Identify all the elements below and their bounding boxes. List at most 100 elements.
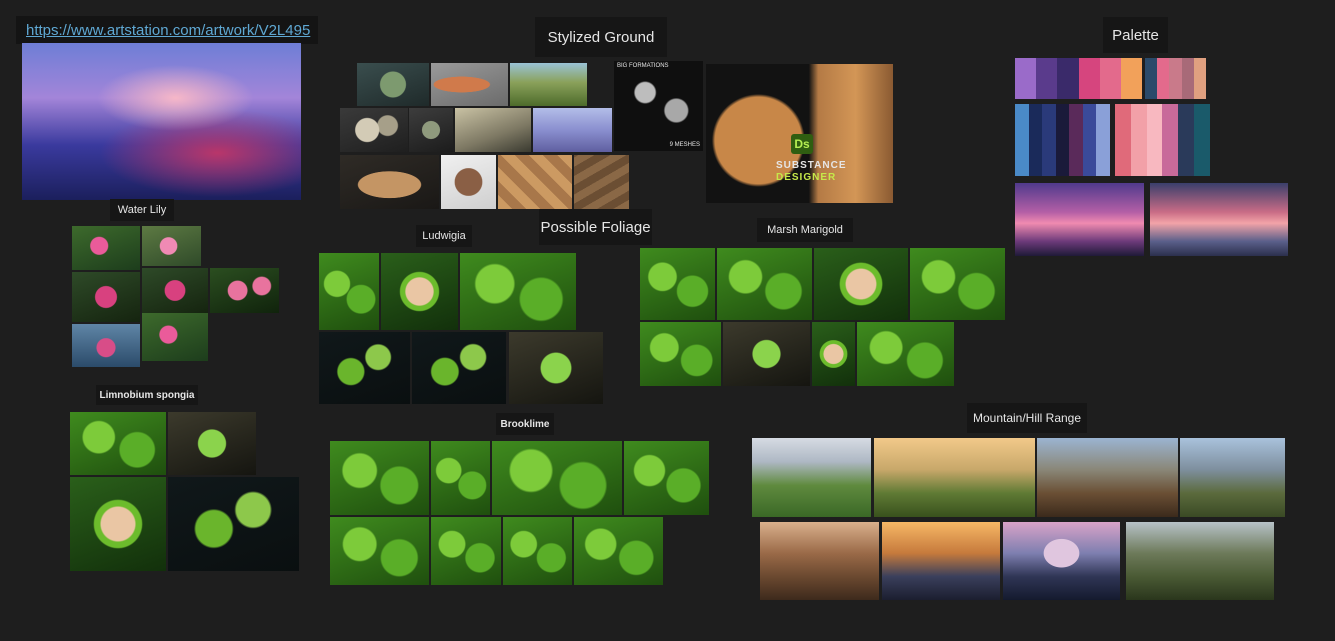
palette-swatch <box>1055 104 1070 176</box>
ground-ref-image <box>498 155 572 209</box>
ludwigia-image <box>460 253 576 330</box>
palette-swatch <box>1069 104 1083 176</box>
substance-title: SUBSTANCE <box>776 160 847 171</box>
brooklime-image <box>431 441 490 515</box>
brooklime-image <box>503 517 572 585</box>
palette-swatch <box>1194 104 1210 176</box>
brooklime-image <box>330 441 429 515</box>
palette-swatch <box>1162 104 1179 176</box>
mountain-image <box>1126 522 1274 600</box>
palette-swatch <box>1078 58 1100 99</box>
limnobium-image <box>168 477 299 571</box>
palette-swatch <box>1145 58 1158 99</box>
marsh-marigold-image <box>814 248 908 320</box>
big-formations-image: BIG FORMATIONS 9 MESHES <box>614 61 703 151</box>
palette-swatch <box>1181 58 1194 99</box>
palette-swatch <box>1015 58 1037 99</box>
brooklime-image <box>624 441 709 515</box>
ground-ref-image <box>340 155 439 209</box>
marsh-marigold-image <box>640 248 715 320</box>
palette-strip <box>1015 104 1111 176</box>
marsh-marigold-image <box>717 248 812 320</box>
substance-subtitle: DESIGNER <box>776 172 837 183</box>
sunset-lake-image <box>1150 183 1288 256</box>
limnobium-title: Limnobium spongia <box>96 385 198 405</box>
marsh-marigold-image <box>812 322 855 386</box>
mountain-image <box>760 522 879 600</box>
water-lily-image <box>210 268 279 313</box>
palette-swatch <box>1057 58 1079 99</box>
ludwigia-image <box>509 332 603 404</box>
water-lily-title: Water Lily <box>110 199 174 221</box>
palette-swatch <box>1082 104 1097 176</box>
water-lily-image <box>142 268 208 313</box>
palette-swatch <box>1120 58 1143 99</box>
marsh-marigold-image <box>857 322 954 386</box>
ground-ref-image <box>357 63 429 106</box>
ludwigia-image <box>319 332 410 404</box>
marsh-marigold-image <box>640 322 721 386</box>
palette-title: Palette <box>1103 17 1168 53</box>
ludwigia-title: Ludwigia <box>416 225 472 247</box>
mountain-image <box>874 438 1035 517</box>
ludwigia-image <box>412 332 506 404</box>
palette-swatch <box>1015 104 1029 176</box>
palette-swatch <box>1157 58 1170 99</box>
sunset-sky-image <box>1015 183 1144 256</box>
ground-ref-image <box>455 108 531 152</box>
artstation-link[interactable]: https://www.artstation.com/artwork/V2L49… <box>16 16 318 44</box>
palette-swatch <box>1146 104 1163 176</box>
substance-designer-logo-icon: Ds <box>791 134 813 154</box>
substance-designer-image: Ds SUBSTANCE DESIGNER <box>706 64 893 203</box>
palette-swatch <box>1036 58 1058 99</box>
marsh-marigold-image <box>910 248 1005 320</box>
water-lily-image <box>72 226 140 270</box>
mountain-image <box>1180 438 1285 517</box>
marsh-marigold-title: Marsh Marigold <box>757 218 853 242</box>
palette-swatch <box>1042 104 1056 176</box>
palette-swatch <box>1178 104 1195 176</box>
stylized-ground-title: Stylized Ground <box>535 17 667 57</box>
palette-swatch <box>1096 104 1111 176</box>
palette-swatch <box>1169 58 1182 99</box>
brooklime-image <box>431 517 501 585</box>
ground-ref-image <box>409 108 453 152</box>
ground-ref-image <box>510 63 587 106</box>
big-formations-title: BIG FORMATIONS <box>617 63 669 69</box>
palette-strip <box>1145 58 1207 99</box>
palette-swatch <box>1193 58 1207 99</box>
water-lily-image <box>72 324 140 367</box>
palette-swatch <box>1099 58 1121 99</box>
brooklime-title: Brooklime <box>496 413 554 435</box>
limnobium-image <box>70 477 166 571</box>
mountain-image <box>882 522 1000 600</box>
brooklime-image <box>330 517 429 585</box>
palette-strip <box>1015 58 1143 99</box>
ludwigia-image <box>381 253 458 330</box>
mountain-image <box>752 438 871 517</box>
brooklime-image <box>574 517 663 585</box>
brooklime-image <box>492 441 622 515</box>
ground-ref-image <box>533 108 612 152</box>
palette-swatch <box>1130 104 1147 176</box>
water-lily-image <box>72 272 140 322</box>
ground-ref-image <box>340 108 408 152</box>
mountain-image <box>1037 438 1178 517</box>
mountain-image <box>1003 522 1120 600</box>
limnobium-image <box>168 412 256 475</box>
mountain-range-title: Mountain/Hill Range <box>967 403 1087 433</box>
water-lily-image <box>142 313 208 361</box>
palette-strip <box>1115 104 1210 176</box>
ground-ref-image <box>574 155 629 209</box>
limnobium-image <box>70 412 166 475</box>
palette-swatch <box>1115 104 1131 176</box>
water-lily-image <box>142 226 201 266</box>
palette-swatch <box>1028 104 1043 176</box>
ludwigia-image <box>319 253 379 330</box>
marsh-marigold-image <box>723 322 810 386</box>
big-formations-count: 9 MESHES <box>669 142 700 148</box>
ground-ref-image <box>431 63 508 106</box>
possible-foliage-title: Possible Foliage <box>539 209 652 245</box>
ground-ref-image <box>441 155 496 209</box>
concept-art-image <box>22 43 301 200</box>
